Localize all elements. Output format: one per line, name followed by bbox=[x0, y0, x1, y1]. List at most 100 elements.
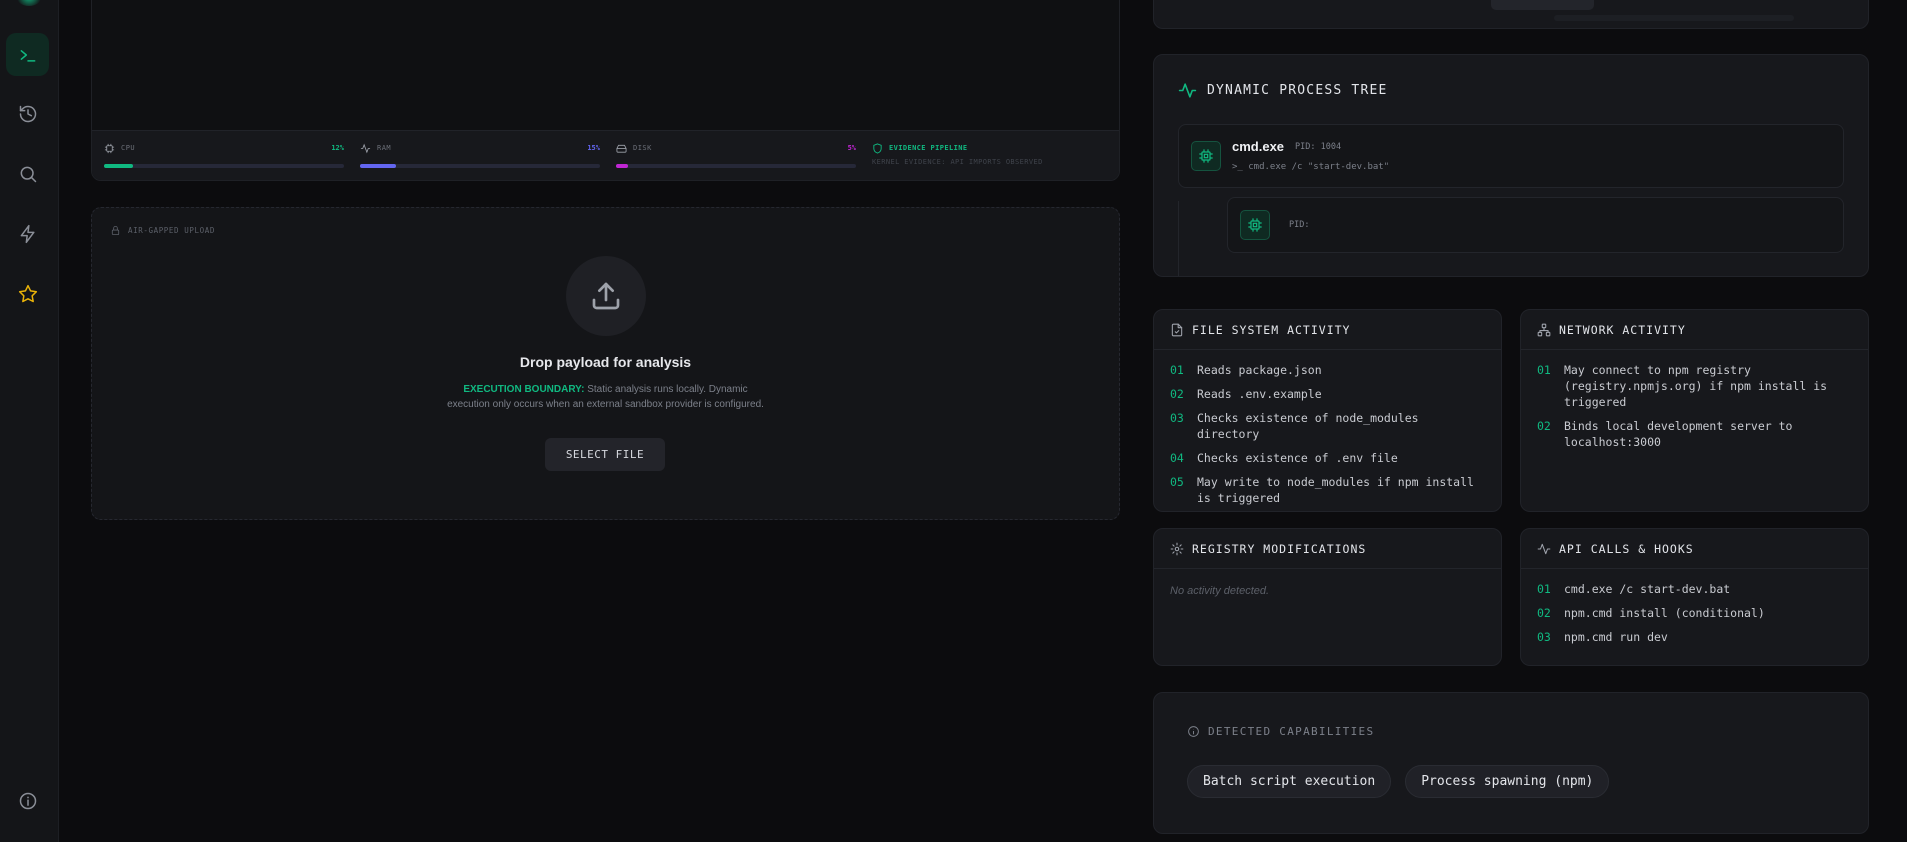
cpu-icon bbox=[1199, 149, 1213, 163]
item-number: 02 bbox=[1537, 419, 1551, 433]
item-text: Binds local development server to localh… bbox=[1564, 419, 1793, 449]
capabilities-card: DETECTED CAPABILITIES Batch script execu… bbox=[1153, 692, 1869, 834]
registry-card: REGISTRY MODIFICATIONS No activity detec… bbox=[1153, 528, 1502, 666]
file-system-item: 04 Checks existence of .env file bbox=[1170, 450, 1485, 466]
top-card-tab[interactable] bbox=[1491, 0, 1594, 10]
item-text: Checks existence of .env file bbox=[1197, 451, 1398, 465]
network-header: NETWORK ACTIVITY bbox=[1521, 310, 1868, 350]
sidebar-item-favorites[interactable] bbox=[6, 272, 49, 315]
star-icon bbox=[18, 284, 37, 302]
cpu-bar bbox=[104, 163, 133, 168]
capability-pill[interactable]: Batch script execution bbox=[1187, 765, 1392, 798]
capability-pill[interactable]: Process spawning (npm) bbox=[1405, 765, 1610, 798]
network-item: 01 May connect to npm registry (registry.… bbox=[1537, 362, 1852, 410]
top-card bbox=[1153, 0, 1869, 29]
network-item: 02 Binds local development server to loca… bbox=[1537, 418, 1852, 450]
item-number: 05 bbox=[1170, 475, 1184, 489]
item-text: cmd.exe /c start-dev.bat bbox=[1564, 582, 1731, 596]
terminal-panel: CPU 12% RAM 15% DISK 5% EVIDENCE PIPELIN… bbox=[91, 0, 1120, 181]
sidebar-item-terminal[interactable] bbox=[6, 33, 49, 76]
file-system-item: 05 May write to node_modules if npm insta… bbox=[1170, 474, 1485, 506]
capabilities-header: DETECTED CAPABILITIES bbox=[1187, 725, 1374, 738]
lock-icon bbox=[111, 225, 120, 236]
lightning-icon bbox=[20, 224, 35, 243]
drop-title: Drop payload for analysis bbox=[519, 354, 692, 370]
registry-header: REGISTRY MODIFICATIONS bbox=[1154, 529, 1501, 569]
file-system-item: 02 Reads .env.example bbox=[1170, 386, 1485, 402]
process-tree-card: DYNAMIC PROCESS TREE cmd.exe PID: 1004 >… bbox=[1153, 54, 1869, 277]
ram-metric: RAM 15% bbox=[360, 143, 600, 169]
file-system-list: 01 Reads package.json 02 Reads .env.example… bbox=[1154, 350, 1501, 506]
sidebar-item-history[interactable] bbox=[6, 92, 49, 135]
item-text: Reads package.json bbox=[1197, 363, 1322, 377]
api-calls-card: API CALLS & HOOKS 01 cmd.exe /c start-dev… bbox=[1520, 528, 1869, 666]
gear-icon bbox=[1170, 542, 1184, 555]
process-node-root[interactable]: cmd.exe PID: 1004 >_ cmd.exe /c "start-d… bbox=[1178, 124, 1844, 188]
sidebar-item-flash[interactable] bbox=[6, 212, 49, 255]
upload-icon bbox=[592, 282, 620, 310]
process-node-child[interactable]: PID: bbox=[1227, 197, 1844, 253]
search-icon bbox=[20, 166, 36, 182]
api-calls-list: 01 cmd.exe /c start-dev.bat 02 npm.cmd inst… bbox=[1521, 569, 1868, 645]
process-tree-title: DYNAMIC PROCESS TREE bbox=[1178, 81, 1388, 100]
network-list: 01 May connect to npm registry (registry.… bbox=[1521, 350, 1868, 450]
process-name: cmd.exe bbox=[1232, 139, 1285, 154]
activity-icon bbox=[1178, 83, 1197, 98]
item-text: May connect to npm registry (registry.np… bbox=[1564, 363, 1828, 409]
disk-label: DISK bbox=[633, 144, 652, 152]
item-number: 03 bbox=[1537, 630, 1551, 644]
cpu-icon bbox=[1248, 218, 1262, 232]
network-icon bbox=[1537, 323, 1551, 336]
item-number: 01 bbox=[1537, 363, 1551, 377]
item-number: 03 bbox=[1170, 411, 1184, 425]
capabilities-pills: Batch script execution Process spawning (… bbox=[1187, 765, 1610, 798]
ram-label: RAM bbox=[377, 144, 392, 152]
file-system-card: FILE SYSTEM ACTIVITY 01 Reads package.jso… bbox=[1153, 309, 1502, 512]
process-command: >_ cmd.exe /c "start-dev.bat" bbox=[1232, 162, 1390, 172]
history-icon bbox=[19, 105, 36, 122]
item-text: npm.cmd run dev bbox=[1564, 630, 1668, 644]
sidebar-item-search[interactable] bbox=[6, 152, 49, 195]
item-number: 02 bbox=[1537, 606, 1551, 620]
top-card-scrollbar[interactable] bbox=[1554, 15, 1794, 21]
cpu-value: 12% bbox=[331, 143, 344, 152]
disk-value: 5% bbox=[847, 143, 856, 152]
hard-drive-icon bbox=[616, 144, 627, 153]
select-file-button[interactable]: SELECT FILE bbox=[545, 438, 665, 471]
item-number: 04 bbox=[1170, 451, 1184, 465]
activity-icon bbox=[360, 143, 371, 153]
shield-icon bbox=[873, 142, 882, 154]
info-button[interactable] bbox=[6, 779, 49, 822]
evidence-subtitle: KERNEL EVIDENCE: API IMPORTS OBSERVED bbox=[872, 157, 1043, 166]
process-pid: PID: 1004 bbox=[1295, 142, 1342, 152]
item-number: 02 bbox=[1170, 387, 1184, 401]
ram-bar bbox=[360, 163, 396, 168]
terminal-icon bbox=[20, 49, 35, 62]
system-metrics: CPU 12% RAM 15% DISK 5% EVIDENCE PIPELIN… bbox=[92, 130, 1119, 180]
status-glow bbox=[16, 0, 42, 6]
file-system-item: 01 Reads package.json bbox=[1170, 362, 1485, 378]
disk-metric: DISK 5% bbox=[616, 143, 856, 169]
evidence-pipeline: EVIDENCE PIPELINE KERNEL EVIDENCE: API I… bbox=[872, 142, 1043, 169]
network-card: NETWORK ACTIVITY 01 May connect to npm re… bbox=[1520, 309, 1869, 512]
item-number: 01 bbox=[1170, 363, 1184, 377]
item-text: Checks existence of node_modules directo… bbox=[1197, 411, 1419, 441]
sidebar bbox=[0, 0, 59, 842]
chip-icon-wrap bbox=[1191, 141, 1221, 171]
evidence-title: EVIDENCE PIPELINE bbox=[889, 144, 968, 152]
cpu-icon bbox=[104, 143, 115, 153]
registry-empty-state: No activity detected. bbox=[1170, 585, 1270, 597]
cpu-metric: CPU 12% bbox=[104, 143, 344, 169]
air-gapped-label: AIR-GAPPED UPLOAD bbox=[110, 225, 215, 236]
file-system-item: 03 Checks existence of node_modules direc… bbox=[1170, 410, 1485, 442]
chip-icon-wrap bbox=[1240, 210, 1270, 240]
item-text: May write to node_modules if npm install… bbox=[1197, 475, 1474, 505]
drop-description: EXECUTION BOUNDARY: Static analysis runs… bbox=[447, 384, 764, 410]
upload-dropzone[interactable]: AIR-GAPPED UPLOAD Drop payload for analy… bbox=[91, 207, 1120, 520]
disk-bar bbox=[616, 163, 628, 168]
api-call-item: 02 npm.cmd install (conditional) bbox=[1537, 605, 1852, 621]
api-call-item: 01 cmd.exe /c start-dev.bat bbox=[1537, 581, 1852, 597]
upload-icon-wrap bbox=[566, 256, 646, 336]
tree-connector bbox=[1178, 201, 1179, 276]
file-system-header: FILE SYSTEM ACTIVITY bbox=[1154, 310, 1501, 350]
